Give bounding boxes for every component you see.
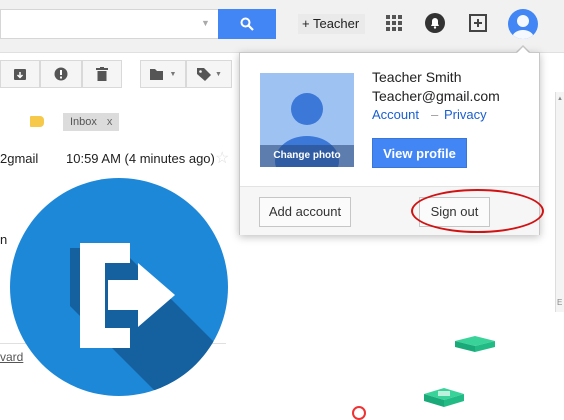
decorative-arc bbox=[352, 406, 366, 420]
scrollbar-marker: E bbox=[557, 298, 563, 307]
scroll-up-arrow-icon[interactable]: ▲ bbox=[557, 96, 563, 102]
chevron-down-icon: ▼ bbox=[215, 70, 222, 78]
sender-address: 2gmail bbox=[0, 151, 39, 166]
search-button[interactable] bbox=[218, 9, 276, 39]
label-tag-icon bbox=[197, 68, 212, 81]
report-spam-icon bbox=[54, 67, 68, 81]
view-profile-button[interactable]: View profile bbox=[372, 138, 467, 168]
account-avatar-icon bbox=[512, 15, 534, 39]
archive-button[interactable] bbox=[0, 60, 40, 88]
decorative-gem-icon bbox=[455, 336, 495, 352]
apps-grid-icon[interactable] bbox=[386, 15, 402, 31]
move-to-folder-icon bbox=[149, 69, 163, 80]
inbox-label-chip[interactable]: Inbox x bbox=[63, 113, 120, 131]
search-icon bbox=[240, 17, 254, 31]
sign-out-icon bbox=[70, 243, 228, 396]
forward-link[interactable]: vard bbox=[0, 350, 23, 364]
search-input[interactable] bbox=[0, 9, 218, 39]
popup-pointer-inner bbox=[516, 47, 530, 54]
delete-button[interactable] bbox=[82, 60, 122, 88]
add-share-icon[interactable] bbox=[468, 13, 488, 33]
sign-out-badge bbox=[10, 178, 228, 396]
labels-button[interactable]: ▼ bbox=[186, 60, 232, 88]
highlight-ellipse bbox=[411, 189, 544, 233]
move-to-button[interactable]: ▼ bbox=[140, 60, 186, 88]
inbox-label-text: Inbox bbox=[70, 116, 97, 128]
account-link[interactable]: Account bbox=[372, 107, 419, 122]
delete-icon bbox=[96, 67, 108, 81]
add-account-button[interactable]: Add account bbox=[259, 197, 351, 227]
privacy-link[interactable]: Privacy bbox=[444, 107, 487, 122]
report-spam-button[interactable] bbox=[40, 60, 82, 88]
account-email: Teacher@gmail.com bbox=[372, 88, 500, 104]
message-body-fragment: n bbox=[0, 232, 8, 247]
label-folder-icon bbox=[30, 116, 44, 127]
profile-photo[interactable]: Change photo bbox=[260, 73, 354, 167]
add-teacher-button[interactable]: + Teacher bbox=[298, 14, 366, 34]
account-name: Teacher Smith bbox=[372, 69, 462, 85]
change-photo-button[interactable]: Change photo bbox=[260, 145, 354, 167]
notification-bell-icon[interactable] bbox=[424, 12, 446, 34]
link-separator: – bbox=[431, 107, 439, 122]
scrollbar[interactable] bbox=[555, 92, 564, 312]
decorative-gem-icon bbox=[424, 388, 464, 407]
chevron-down-icon: ▼ bbox=[169, 70, 177, 78]
remove-label-button[interactable]: x bbox=[107, 116, 113, 128]
archive-icon bbox=[14, 68, 26, 80]
star-icon[interactable]: ☆ bbox=[215, 148, 229, 168]
search-options-caret[interactable]: ▼ bbox=[201, 18, 210, 28]
account-avatar-button[interactable] bbox=[508, 9, 538, 39]
message-time: 10:59 AM (4 minutes ago) bbox=[66, 151, 215, 166]
